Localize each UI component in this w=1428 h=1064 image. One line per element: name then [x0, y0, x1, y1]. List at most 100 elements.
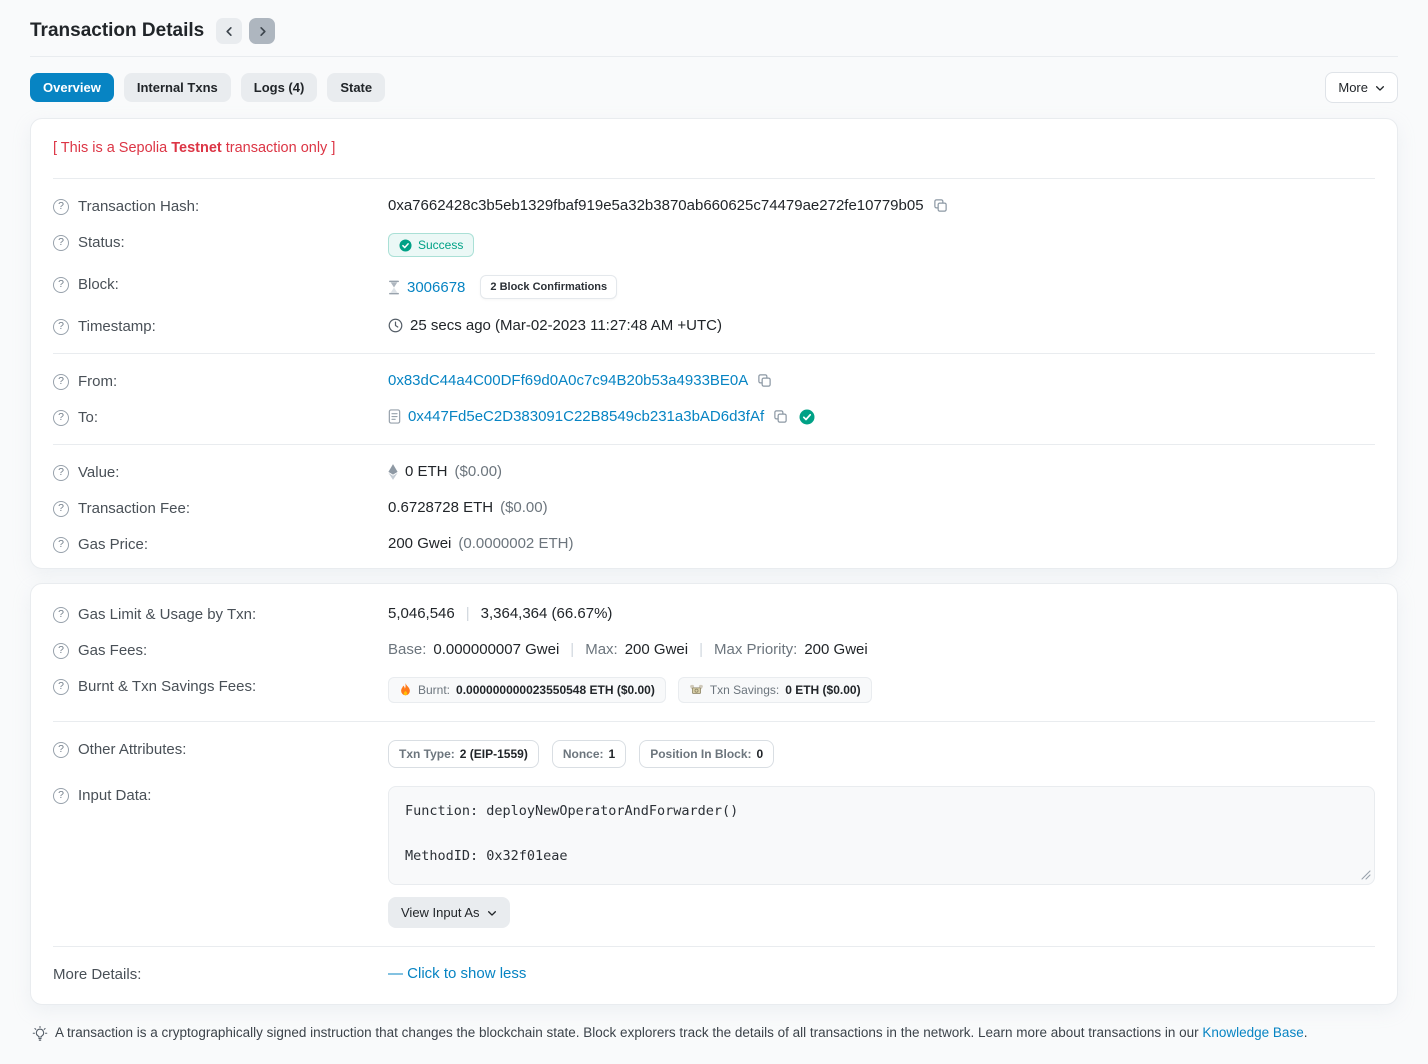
copy-from-address-button[interactable]: [755, 373, 774, 388]
to-address-link[interactable]: 0x447Fd5eC2D383091C22B8549cb231a3bAD6d3f…: [408, 408, 764, 425]
divider: [53, 444, 1375, 445]
value-usd: ($0.00): [455, 463, 503, 480]
burnt-value: 0.000000000023550548 ETH ($0.00): [456, 683, 655, 697]
clock-icon: [388, 318, 403, 333]
question-icon[interactable]: ?: [53, 374, 69, 390]
block-confirmations-badge: 2 Block Confirmations: [480, 275, 617, 299]
footer-note: A transaction is a cryptographically sig…: [30, 1019, 1398, 1042]
question-icon[interactable]: ?: [53, 501, 69, 517]
burnt-savings-label: Burnt & Txn Savings Fees:: [78, 678, 256, 695]
question-icon[interactable]: ?: [53, 235, 69, 251]
show-less-link[interactable]: — Click to show less: [388, 965, 526, 982]
view-input-as-label: View Input As: [401, 905, 480, 920]
more-details-label: More Details:: [53, 966, 141, 983]
lightbulb-icon: [32, 1025, 48, 1042]
chevron-down-icon: [487, 908, 497, 918]
knowledge-base-link[interactable]: Knowledge Base: [1202, 1025, 1303, 1040]
testnet-notice: [ This is a Sepolia Testnet transaction …: [53, 125, 1375, 169]
verified-check-icon: [799, 409, 815, 425]
txn-type-label: Txn Type:: [399, 747, 455, 761]
question-icon[interactable]: ?: [53, 607, 69, 623]
row-other-attributes: ? Other Attributes: Txn Type: 2 (EIP-155…: [53, 731, 1375, 777]
row-gas-limit-usage: ? Gas Limit & Usage by Txn: 5,046,546 | …: [53, 590, 1375, 632]
row-transaction-hash: ? Transaction Hash: 0xa7662428c3b5eb1329…: [53, 188, 1375, 224]
page-header: Transaction Details: [30, 14, 1398, 56]
max-priority-fee-value: 200 Gwei: [804, 641, 867, 658]
status-label: Status:: [78, 234, 125, 251]
separator: |: [462, 605, 474, 622]
tab-logs[interactable]: Logs (4): [241, 73, 318, 102]
transaction-details-page: Transaction Details Overview Internal Tx…: [0, 0, 1428, 1062]
tab-overview[interactable]: Overview: [30, 73, 114, 102]
previous-txn-button[interactable]: [216, 18, 242, 44]
gas-usage-value: 3,364,364 (66.67%): [481, 605, 613, 622]
input-data-box[interactable]: Function: deployNewOperatorAndForwarder(…: [388, 786, 1375, 885]
row-to: ? To: 0x447Fd5eC2D383091C22B8549cb231a3b…: [53, 399, 1375, 435]
question-icon[interactable]: ?: [53, 643, 69, 659]
gas-price-eth: (0.0000002 ETH): [458, 535, 573, 552]
divider: [53, 946, 1375, 947]
copy-to-address-button[interactable]: [771, 409, 790, 424]
divider: [53, 353, 1375, 354]
tab-internal-txns[interactable]: Internal Txns: [124, 73, 231, 102]
gas-price-label: Gas Price:: [78, 536, 148, 553]
status-value: Success: [418, 238, 463, 252]
footer-text: A transaction is a cryptographically sig…: [55, 1025, 1307, 1040]
other-attributes-label: Other Attributes:: [78, 741, 186, 758]
position-in-block-label: Position In Block:: [650, 747, 751, 761]
value-amount: 0 ETH: [405, 463, 448, 480]
txn-nav-buttons: [216, 18, 275, 44]
timestamp-label: Timestamp:: [78, 318, 156, 335]
max-fee-value: 200 Gwei: [625, 641, 688, 658]
question-icon[interactable]: ?: [53, 319, 69, 335]
flame-icon: [399, 683, 412, 697]
transaction-fee-amount: 0.6728728 ETH: [388, 499, 493, 516]
transaction-hash-label: Transaction Hash:: [78, 198, 199, 215]
max-priority-fee-label: Max Priority:: [714, 641, 797, 658]
question-icon[interactable]: ?: [53, 537, 69, 553]
resize-grip-icon[interactable]: [1361, 870, 1371, 880]
nonce-value: 1: [609, 747, 616, 761]
next-txn-button[interactable]: [249, 18, 275, 44]
position-in-block-value: 0: [757, 747, 764, 761]
more-label: More: [1338, 80, 1368, 95]
gas-limit-value: 5,046,546: [388, 605, 455, 622]
question-icon[interactable]: ?: [53, 788, 69, 804]
footer-text-body: A transaction is a cryptographically sig…: [55, 1025, 1202, 1040]
from-address-link[interactable]: 0x83dC44a4C00DFf69d0A0c7c94B20b53a4933BE…: [388, 372, 748, 389]
burnt-label: Burnt:: [418, 683, 450, 697]
timestamp-value: 25 secs ago (Mar-02-2023 11:27:48 AM +UT…: [410, 317, 722, 334]
divider: [53, 721, 1375, 722]
row-transaction-fee: ? Transaction Fee: 0.6728728 ETH ($0.00): [53, 490, 1375, 526]
gas-price-amount: 200 Gwei: [388, 535, 451, 552]
question-icon[interactable]: ?: [53, 199, 69, 215]
question-icon[interactable]: ?: [53, 465, 69, 481]
more-dropdown-button[interactable]: More: [1325, 72, 1398, 103]
separator: |: [566, 641, 578, 658]
transaction-fee-label: Transaction Fee:: [78, 500, 190, 517]
txn-type-badge: Txn Type: 2 (EIP-1559): [388, 740, 539, 768]
row-burnt-savings: ? Burnt & Txn Savings Fees: Burnt: 0.000…: [53, 668, 1375, 712]
copy-icon: [773, 409, 788, 424]
status-badge: Success: [388, 233, 474, 257]
question-icon[interactable]: ?: [53, 742, 69, 758]
gas-limit-label: Gas Limit & Usage by Txn:: [78, 606, 256, 623]
base-fee-label: Base:: [388, 641, 426, 658]
txn-type-value: 2 (EIP-1559): [460, 747, 528, 761]
value-label: Value:: [78, 464, 119, 481]
position-in-block-badge: Position In Block: 0: [639, 740, 774, 768]
txn-savings-label: Txn Savings:: [710, 683, 779, 697]
question-icon[interactable]: ?: [53, 679, 69, 695]
max-fee-label: Max:: [585, 641, 618, 658]
copy-txn-hash-button[interactable]: [931, 198, 950, 213]
question-icon[interactable]: ?: [53, 277, 69, 293]
tab-state[interactable]: State: [327, 73, 385, 102]
money-wings-icon: [689, 684, 704, 697]
block-number-link[interactable]: 3006678: [407, 279, 465, 296]
to-label: To:: [78, 409, 98, 426]
row-more-details: More Details: — Click to show less: [53, 956, 1375, 998]
details-card: ? Gas Limit & Usage by Txn: 5,046,546 | …: [30, 583, 1398, 1005]
hourglass-icon: [388, 280, 400, 295]
view-input-as-button[interactable]: View Input As: [388, 897, 510, 928]
question-icon[interactable]: ?: [53, 410, 69, 426]
